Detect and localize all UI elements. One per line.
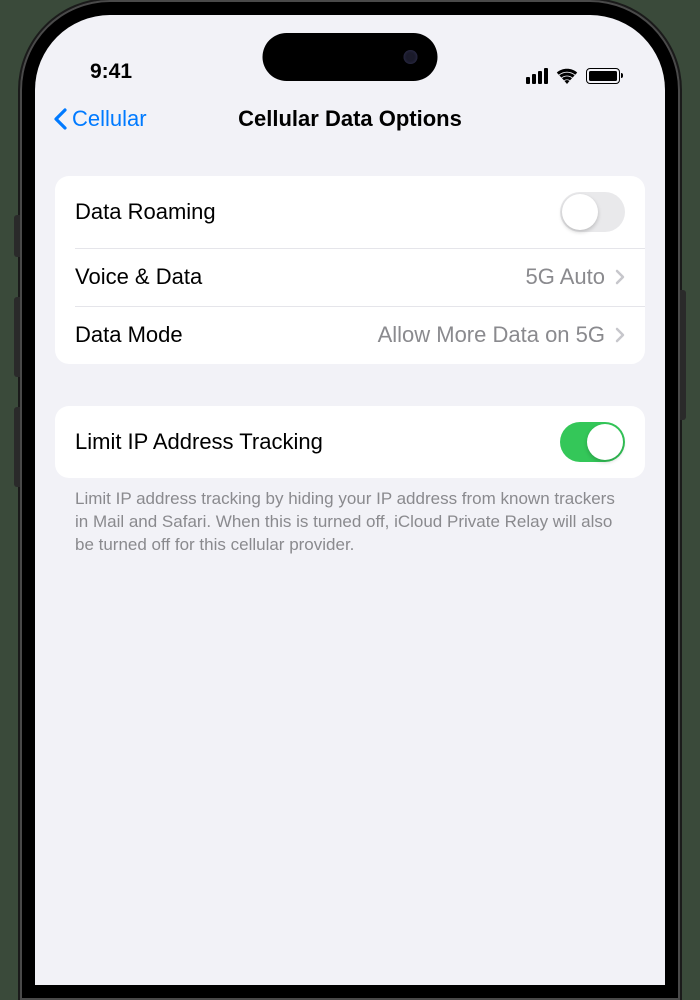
cellular-signal-icon [526,68,548,84]
settings-group-1: Data Roaming Voice & Data 5G Auto [55,176,645,364]
volume-up-button [14,297,20,377]
back-label: Cellular [72,106,147,132]
silence-switch [14,215,20,257]
data-roaming-toggle[interactable] [560,192,625,232]
front-camera [404,50,418,64]
wifi-icon [556,67,578,84]
limit-ip-footer: Limit IP address tracking by hiding your… [55,478,645,557]
back-button[interactable]: Cellular [53,106,147,132]
voice-data-label: Voice & Data [75,264,202,290]
chevron-right-icon [615,269,625,285]
limit-ip-toggle[interactable] [560,422,625,462]
data-mode-row[interactable]: Data Mode Allow More Data on 5G [55,306,645,364]
chevron-right-icon [615,327,625,343]
phone-screen: 9:41 [35,15,665,985]
navigation-bar: Cellular Cellular Data Options [35,90,665,148]
settings-group-2: Limit IP Address Tracking [55,406,645,478]
voice-data-row[interactable]: Voice & Data 5G Auto [55,248,645,306]
dynamic-island [263,33,438,81]
limit-ip-row[interactable]: Limit IP Address Tracking [55,406,645,478]
phone-frame: 9:41 [20,0,680,1000]
data-roaming-row[interactable]: Data Roaming [55,176,645,248]
data-roaming-label: Data Roaming [75,199,216,225]
voice-data-value: 5G Auto [525,264,605,290]
data-mode-label: Data Mode [75,322,183,348]
battery-icon [586,68,620,84]
chevron-left-icon [53,108,68,130]
status-time: 9:41 [90,60,132,84]
limit-ip-label: Limit IP Address Tracking [75,429,323,455]
volume-down-button [14,407,20,487]
page-title: Cellular Data Options [238,106,462,132]
power-button [680,290,686,420]
data-mode-value: Allow More Data on 5G [378,322,605,348]
